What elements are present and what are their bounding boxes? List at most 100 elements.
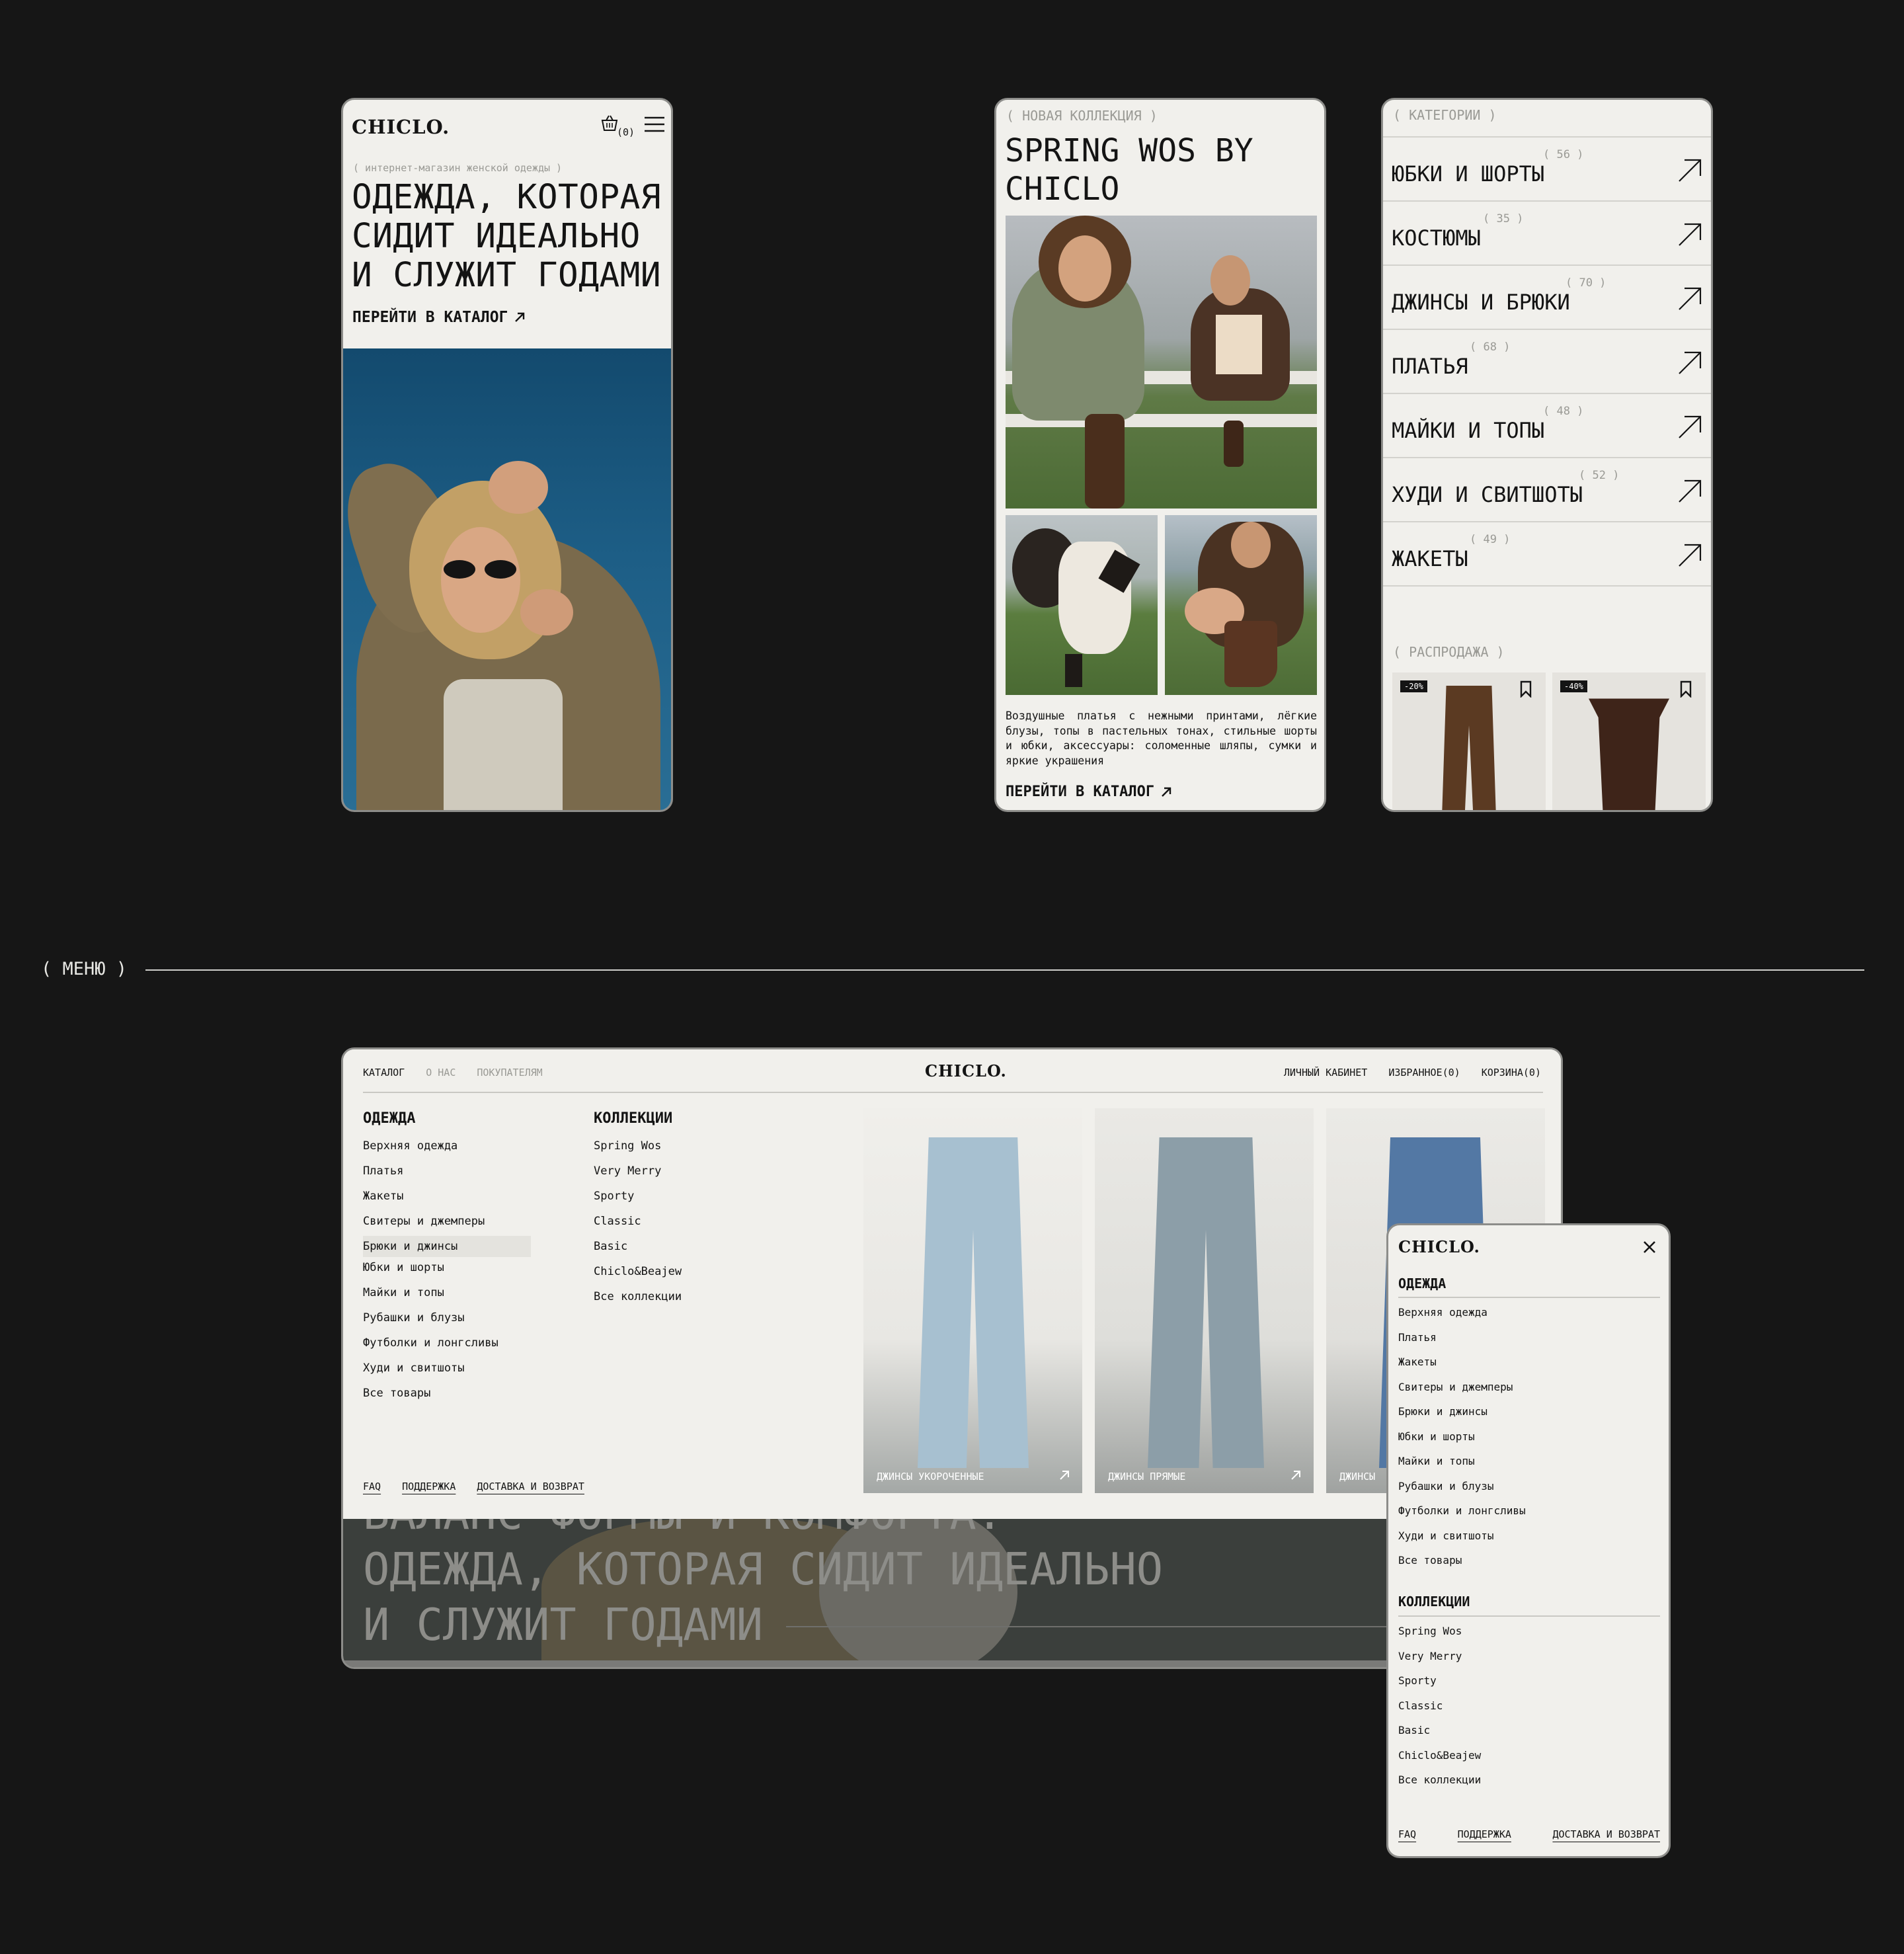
menu-item-shirts[interactable]: Рубашки и блузы — [363, 1311, 531, 1336]
catalog-link[interactable]: ПЕРЕЙТИ В КАТАЛОГ — [352, 309, 526, 326]
menu-item-tshirts[interactable]: Футболки и лонгсливы — [1398, 1504, 1526, 1529]
discount-badge: -40% — [1560, 680, 1587, 692]
menu-item-sweaters[interactable]: Свитеры и джемперы — [1398, 1381, 1526, 1406]
collection-item[interactable]: Very Merry — [594, 1164, 682, 1190]
sale-product-card[interactable]: -40% — [1552, 672, 1706, 810]
categories-mobile-screen: ( КАТЕГОРИИ ) ЮБКИ И ШОРТЫ ( 56 ) КОСТЮМ… — [1381, 98, 1713, 812]
bg-headline-line: И СЛУЖИТ ГОДАМИ — [363, 1599, 764, 1650]
catalog-link-label: ПЕРЕЙТИ В КАТАЛОГ — [1006, 784, 1155, 800]
category-name: ЖАКЕТЫ — [1392, 546, 1468, 571]
collection-description: Воздушные платья с нежными принтами, лёг… — [1006, 710, 1317, 767]
collection-main-photo — [1006, 216, 1317, 509]
category-count: ( 56 ) — [1543, 148, 1584, 161]
collection-item[interactable]: Basic — [1398, 1724, 1481, 1749]
catalog-link[interactable]: ПЕРЕЙТИ В КАТАЛОГ — [1006, 784, 1173, 800]
support-link[interactable]: ПОДДЕРЖКА — [402, 1481, 456, 1492]
collection-item[interactable]: Chiclo&Beajew — [594, 1265, 682, 1290]
menu-item-hoodies[interactable]: Худи и свитшоты — [1398, 1529, 1526, 1555]
category-name: ЮБКИ И ШОРТЫ — [1392, 161, 1545, 186]
menu-item-outerwear[interactable]: Верхняя одежда — [363, 1139, 531, 1164]
menu-item-tops[interactable]: Майки и топы — [1398, 1455, 1526, 1480]
bottom-band — [343, 1660, 1561, 1667]
menu-item-skirts[interactable]: Юбки и шорты — [363, 1261, 531, 1286]
category-row[interactable]: ЖАКЕТЫ ( 49 ) — [1383, 522, 1711, 587]
tagline: ( интернет-магазин женской одежды ) — [353, 162, 563, 174]
arrow-up-right-icon — [1679, 223, 1702, 246]
menu-item-outerwear[interactable]: Верхняя одежда — [1398, 1306, 1526, 1331]
faq-link[interactable]: FAQ — [363, 1481, 381, 1492]
headline-line: ОДЕЖДА, КОТОРАЯ — [352, 178, 662, 217]
collection-item[interactable]: Sporty — [1398, 1674, 1481, 1699]
logo[interactable]: CHICLO. — [352, 116, 450, 138]
arrow-up-right-icon — [1679, 287, 1702, 310]
menu-footer-links: FAQ ПОДДЕРЖКА ДОСТАВКА И ВОЗВРАТ — [1398, 1828, 1660, 1840]
hero-photo — [343, 348, 671, 810]
menu-item-dresses[interactable]: Платья — [363, 1164, 531, 1190]
collection-mobile-screen: ( НОВАЯ КОЛЛЕКЦИЯ ) SPRING WOS BY CHICLO… — [994, 98, 1326, 812]
favorites-link[interactable]: ИЗБРАННОЕ(0) — [1388, 1067, 1460, 1079]
category-row[interactable]: ХУДИ И СВИТШОТЫ ( 52 ) — [1383, 458, 1711, 522]
menu-item-shirts[interactable]: Рубашки и блузы — [1398, 1480, 1526, 1505]
logo[interactable]: CHICLO. — [1398, 1237, 1480, 1256]
hero-headline: ОДЕЖДА, КОТОРАЯ СИДИТ ИДЕАЛЬНО И СЛУЖИТ … — [352, 178, 661, 295]
title-line: CHICLO — [1005, 171, 1120, 208]
menu-item-hoodies[interactable]: Худи и свитшоты — [363, 1362, 531, 1387]
faq-link[interactable]: FAQ — [1398, 1828, 1416, 1840]
menu-item-trousers-jeans[interactable]: Брюки и джинсы — [363, 1236, 531, 1257]
close-icon[interactable] — [1642, 1240, 1657, 1254]
collection-item[interactable]: Sporty — [594, 1190, 682, 1215]
arrow-up-right-icon — [1679, 159, 1702, 182]
support-link[interactable]: ПОДДЕРЖКА — [1458, 1828, 1511, 1840]
category-count: ( 68 ) — [1470, 341, 1511, 354]
product-card[interactable]: ДЖИНСЫ УКОРОЧЕННЫЕ — [863, 1108, 1082, 1493]
collection-item[interactable]: Classic — [1398, 1699, 1481, 1725]
person-right-face — [1210, 255, 1250, 305]
heading-divider — [1398, 1615, 1660, 1617]
collection-item[interactable]: Spring Wos — [594, 1139, 682, 1164]
menu-item-all-products[interactable]: Все товары — [1398, 1554, 1526, 1579]
collection-item[interactable]: Basic — [594, 1240, 682, 1265]
menu-item-trousers-jeans[interactable]: Брюки и джинсы — [1398, 1405, 1526, 1430]
category-row[interactable]: КОСТЮМЫ ( 35 ) — [1383, 202, 1711, 266]
menu-item-dresses[interactable]: Платья — [1398, 1331, 1526, 1356]
menu-item-skirts[interactable]: Юбки и шорты — [1398, 1430, 1526, 1455]
collection-item[interactable]: Все коллекции — [1398, 1773, 1481, 1799]
category-name: МАЙКИ И ТОПЫ — [1392, 418, 1545, 443]
collection-item[interactable]: Все коллекции — [594, 1290, 682, 1315]
category-row[interactable]: ЮБКИ И ШОРТЫ ( 56 ) — [1383, 138, 1711, 202]
bookmark-icon[interactable] — [1679, 680, 1692, 698]
header-divider — [363, 1092, 1543, 1093]
product-label: ДЖИНСЫ — [1339, 1471, 1376, 1483]
hamburger-menu-icon[interactable] — [643, 116, 666, 133]
sale-product-card[interactable]: -20% — [1392, 672, 1546, 810]
category-name: КОСТЮМЫ — [1392, 225, 1481, 251]
menu-item-jackets[interactable]: Жакеты — [363, 1190, 531, 1215]
collection-item[interactable]: Very Merry — [1398, 1650, 1481, 1675]
collection-item[interactable]: Chiclo&Beajew — [1398, 1749, 1481, 1774]
nav-about[interactable]: О НАС — [426, 1067, 456, 1079]
boot — [1065, 654, 1082, 687]
menu-item-tshirts[interactable]: Футболки и лонгсливы — [363, 1336, 531, 1362]
nav-customers[interactable]: ПОКУПАТЕЛЯМ — [477, 1067, 542, 1079]
arrow-up-right-icon — [1679, 415, 1702, 438]
cart-link[interactable]: КОРЗИНА(0) — [1482, 1067, 1541, 1079]
bookmark-icon[interactable] — [1519, 680, 1532, 698]
category-row[interactable]: ПЛАТЬЯ ( 68 ) — [1383, 330, 1711, 394]
menu-item-tops[interactable]: Майки и топы — [363, 1286, 531, 1311]
product-card[interactable]: ДЖИНСЫ ПРЯМЫЕ — [1095, 1108, 1314, 1493]
collection-item[interactable]: Spring Wos — [1398, 1625, 1481, 1650]
collection-item[interactable]: Classic — [594, 1215, 682, 1240]
menu-item-jackets[interactable]: Жакеты — [1398, 1356, 1526, 1381]
arrow-up-right-icon — [1679, 479, 1702, 503]
headline-line: СИДИТ ИДЕАЛЬНО — [352, 217, 641, 256]
nav-catalog[interactable]: КАТАЛОГ — [363, 1067, 405, 1079]
logo[interactable]: CHICLO. — [925, 1061, 1007, 1080]
menu-item-all-products[interactable]: Все товары — [363, 1387, 531, 1412]
account-link[interactable]: ЛИЧНЫЙ КАБИНЕТ — [1284, 1067, 1367, 1079]
delivery-return-link[interactable]: ДОСТАВКА И ВОЗВРАТ — [1552, 1828, 1660, 1840]
cart-button[interactable]: (0) — [600, 113, 639, 140]
category-row[interactable]: ДЖИНСЫ И БРЮКИ ( 70 ) — [1383, 266, 1711, 330]
delivery-return-link[interactable]: ДОСТАВКА И ВОЗВРАТ — [477, 1481, 584, 1492]
category-row[interactable]: МАЙКИ И ТОПЫ ( 48 ) — [1383, 394, 1711, 458]
top-nav: КАТАЛОГ О НАС ПОКУПАТЕЛЯМ — [363, 1067, 543, 1079]
